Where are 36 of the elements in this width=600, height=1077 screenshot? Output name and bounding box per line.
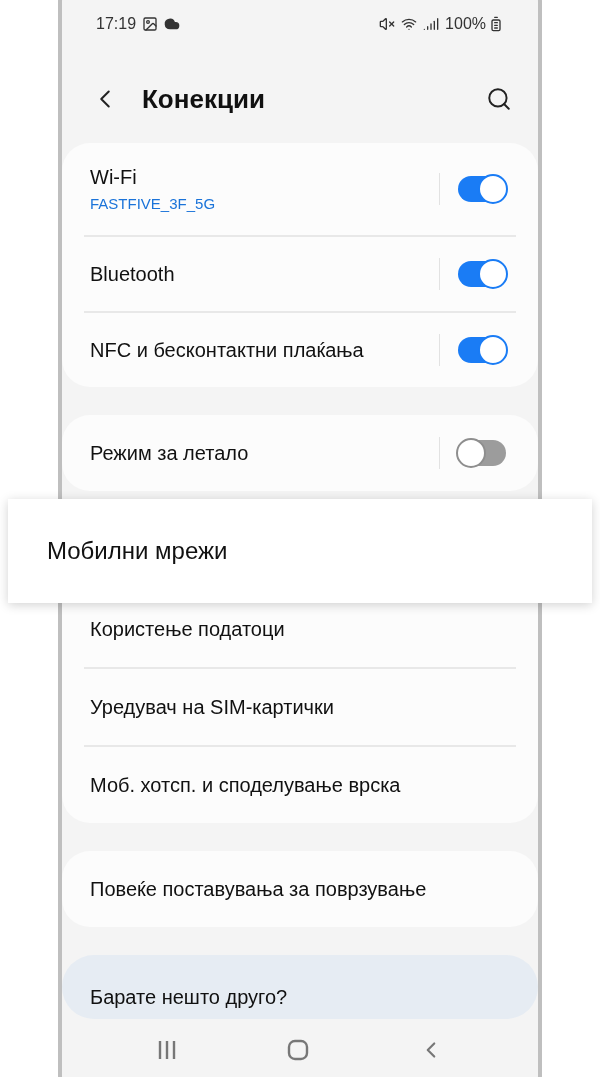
settings-row[interactable]: Bluetooth	[84, 237, 516, 313]
mute-icon	[379, 16, 396, 32]
status-time: 17:19	[96, 15, 137, 33]
row-label: Моб. хотсп. и споделување врска	[90, 773, 402, 797]
highlight-label: Мобилни мрежи	[47, 537, 228, 565]
signal-icon	[423, 16, 440, 32]
settings-row[interactable]: Користење податоци	[84, 591, 516, 669]
row-label: Режим за летало	[90, 441, 250, 465]
wifi-icon	[401, 16, 418, 32]
settings-row[interactable]: Wi-Fi FASTFIVE_3F_5G	[84, 143, 516, 237]
row-label: Користење податоци	[90, 617, 286, 641]
toggle-switch[interactable]	[458, 261, 506, 287]
toggle-switch[interactable]	[458, 176, 506, 202]
row-label: Wi-Fi	[90, 166, 138, 189]
toggle-switch[interactable]	[458, 440, 506, 466]
search-icon[interactable]	[486, 86, 512, 112]
battery-icon	[488, 16, 504, 32]
page-title: Конекции	[142, 83, 266, 115]
settings-row[interactable]: NFC и бесконтактни плаќања	[84, 313, 516, 387]
settings-row[interactable]: Уредувач на SIM-картички	[84, 669, 516, 747]
suggestion-label: Барате нешто друго?	[90, 986, 288, 1009]
toggle-switch[interactable]	[458, 337, 506, 363]
battery-percent: 100%	[445, 15, 486, 33]
row-label: Bluetooth	[90, 262, 176, 286]
cloud-icon	[164, 16, 181, 32]
settings-row[interactable]: Моб. хотсп. и споделување врска	[84, 747, 516, 823]
row-subtitle: FASTFIVE_3F_5G	[90, 195, 217, 212]
suggestion-card[interactable]: Барате нешто друго?	[62, 955, 538, 1019]
settings-row[interactable]: Режим за летало	[84, 415, 516, 491]
image-icon	[142, 16, 159, 32]
settings-row[interactable]: Повеќе поставувања за поврзување	[84, 851, 516, 927]
home-icon[interactable]	[287, 1039, 309, 1061]
highlight-popup[interactable]: Мобилни мрежи	[8, 499, 592, 603]
row-label: Уредувач на SIM-картички	[90, 695, 335, 719]
row-label: Повеќе поставувања за поврзување	[90, 877, 428, 901]
row-label: NFC и бесконтактни плаќања	[90, 338, 365, 362]
